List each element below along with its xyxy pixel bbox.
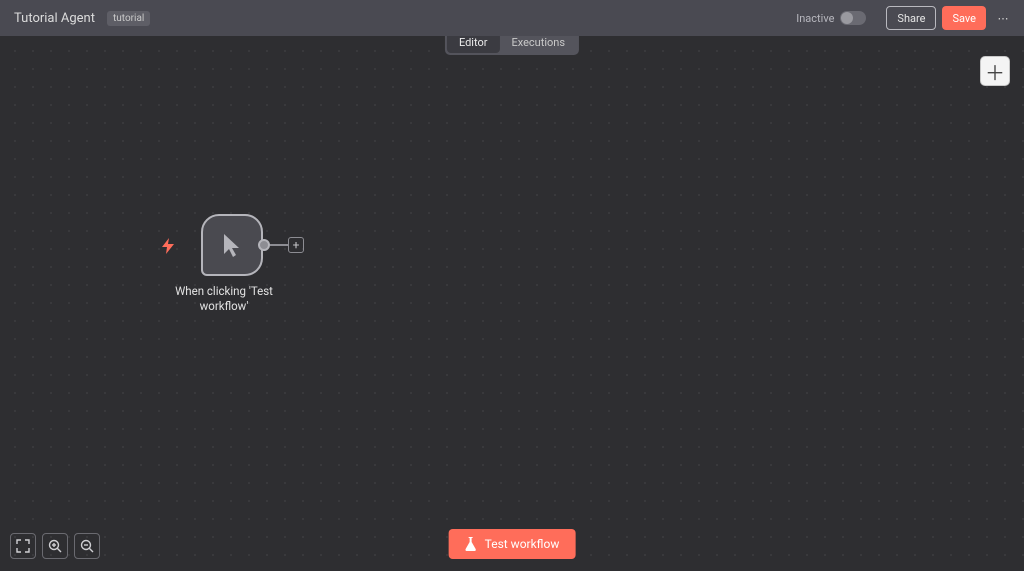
save-button[interactable]: Save bbox=[942, 6, 986, 30]
toggle-knob bbox=[841, 12, 853, 24]
cursor-icon bbox=[220, 232, 244, 258]
share-button[interactable]: Share bbox=[886, 6, 936, 30]
plus-icon: ＋ bbox=[985, 57, 1005, 86]
test-workflow-label: Test workflow bbox=[485, 537, 560, 551]
connector-line bbox=[270, 244, 288, 246]
plus-icon: + bbox=[293, 239, 300, 251]
expand-icon bbox=[16, 539, 30, 553]
node-output-port[interactable] bbox=[258, 239, 270, 251]
flask-icon bbox=[465, 537, 477, 551]
add-node-button[interactable]: ＋ bbox=[980, 56, 1010, 86]
ellipsis-icon: ⋯ bbox=[998, 12, 1009, 25]
top-bar: Tutorial Agent tutorial Inactive Share S… bbox=[0, 0, 1024, 36]
more-options-button[interactable]: ⋯ bbox=[992, 6, 1014, 30]
zoom-out-button[interactable] bbox=[74, 533, 100, 559]
status-label: Inactive bbox=[796, 12, 834, 25]
zoom-out-icon bbox=[80, 539, 94, 553]
canvas-toolbar bbox=[10, 533, 100, 559]
workflow-tag[interactable]: tutorial bbox=[107, 11, 150, 26]
zoom-in-icon bbox=[48, 539, 62, 553]
workflow-title[interactable]: Tutorial Agent bbox=[14, 11, 95, 26]
lightning-icon bbox=[162, 238, 174, 258]
add-connection-button[interactable]: + bbox=[288, 237, 304, 253]
workflow-canvas[interactable] bbox=[0, 36, 1024, 571]
fit-view-button[interactable] bbox=[10, 533, 36, 559]
trigger-node[interactable]: + When clicking 'Test workflow' bbox=[164, 214, 284, 314]
active-toggle[interactable] bbox=[840, 11, 866, 25]
test-workflow-button[interactable]: Test workflow bbox=[449, 529, 576, 559]
trigger-node-label: When clicking 'Test workflow' bbox=[169, 284, 279, 314]
zoom-in-button[interactable] bbox=[42, 533, 68, 559]
